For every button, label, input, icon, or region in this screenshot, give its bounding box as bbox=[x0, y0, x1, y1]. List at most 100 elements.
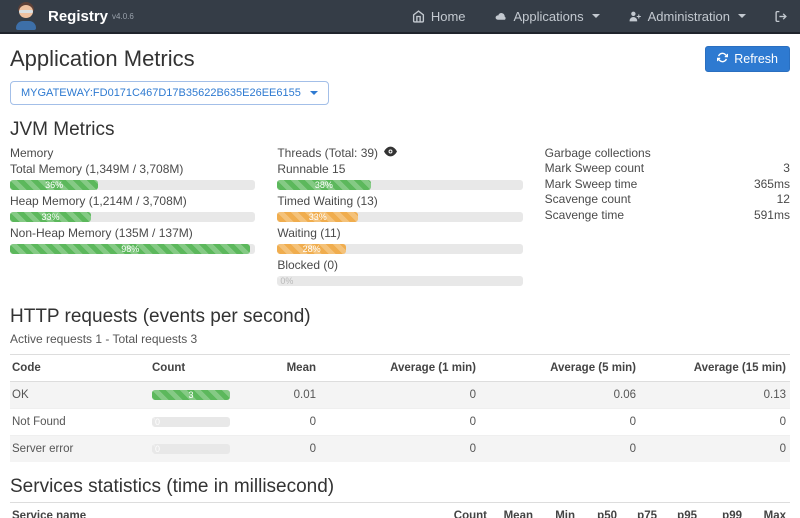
chevron-down-icon bbox=[310, 91, 318, 95]
sign-out-icon bbox=[774, 10, 788, 23]
eye-icon[interactable] bbox=[384, 145, 397, 161]
nonheap-memory-label: Non-Heap Memory (135M / 137M) bbox=[10, 226, 255, 241]
page-title: Application Metrics bbox=[10, 46, 705, 72]
progress-percent-label: 0% bbox=[280, 276, 293, 286]
col-header-p75: p75 bbox=[621, 503, 661, 518]
timed-waiting-progress: 33% bbox=[277, 212, 522, 222]
gc-row: Mark Sweep time 365ms bbox=[545, 177, 790, 193]
http-avg1-cell: 0 bbox=[320, 382, 480, 409]
http-avg5-cell: 0 bbox=[480, 436, 640, 463]
http-code-cell: Server error bbox=[10, 436, 150, 463]
col-header-count: Count bbox=[433, 503, 491, 518]
col-header-count: Count bbox=[150, 355, 270, 382]
chevron-down-icon bbox=[592, 14, 600, 18]
gc-row: Mark Sweep count 3 bbox=[545, 161, 790, 177]
progress-percent-label: 28% bbox=[303, 244, 321, 254]
user-plus-icon bbox=[628, 10, 642, 23]
col-header-avg15: Average (15 min) bbox=[640, 355, 790, 382]
progress-percent-label: 33% bbox=[309, 212, 327, 222]
total-memory-label: Total Memory (1,349M / 3,708M) bbox=[10, 162, 255, 177]
count-progress: 0 bbox=[152, 417, 230, 427]
gc-row-value: 3 bbox=[783, 161, 790, 177]
runnable-label: Runnable 15 bbox=[277, 162, 522, 177]
http-avg5-cell: 0.06 bbox=[480, 382, 640, 409]
memory-title: Memory bbox=[10, 145, 255, 161]
http-mean-cell: 0 bbox=[270, 436, 320, 463]
jvm-metrics-columns: Memory Total Memory (1,349M / 3,708M) 36… bbox=[10, 145, 790, 290]
progress-fill: 0 bbox=[152, 417, 155, 427]
blocked-label: Blocked (0) bbox=[277, 258, 522, 273]
services-statistics-heading: Services statistics (time in millisecond… bbox=[10, 476, 790, 498]
progress-fill: 0 bbox=[152, 444, 155, 454]
gc-row-label: Mark Sweep time bbox=[545, 177, 638, 193]
progress-percent-label: 36% bbox=[45, 180, 63, 190]
gc-row-value: 591ms bbox=[754, 208, 790, 224]
gc-row-label: Scavenge count bbox=[545, 192, 631, 208]
http-requests-table: Code Count Mean Average (1 min) Average … bbox=[10, 354, 790, 462]
count-progress: 0 bbox=[152, 444, 230, 454]
http-avg15-cell: 0 bbox=[640, 409, 790, 436]
table-row: Server error 0 0 0 0 0 bbox=[10, 436, 790, 463]
count-value-label: 3 bbox=[188, 390, 193, 400]
count-progress: 3 bbox=[152, 390, 230, 400]
memory-column: Memory Total Memory (1,349M / 3,708M) 36… bbox=[10, 145, 255, 290]
nav-menu: Home Applications Administration bbox=[412, 9, 788, 24]
gc-row-value: 365ms bbox=[754, 177, 790, 193]
refresh-label: Refresh bbox=[734, 52, 778, 66]
http-avg5-cell: 0 bbox=[480, 409, 640, 436]
progress-fill: 28% bbox=[277, 244, 346, 254]
instance-selector-label: MYGATEWAY:FD0171C467D17B35622B635E26EE61… bbox=[21, 87, 301, 99]
col-header-p99: p99 bbox=[701, 503, 746, 518]
http-avg15-cell: 0 bbox=[640, 436, 790, 463]
progress-fill: 0% bbox=[277, 276, 280, 286]
nav-administration[interactable]: Administration bbox=[628, 9, 746, 24]
count-value-label: 0 bbox=[155, 444, 160, 454]
nav-home-label: Home bbox=[431, 9, 466, 24]
cloud-icon bbox=[494, 10, 508, 23]
nav-home[interactable]: Home bbox=[412, 9, 466, 24]
progress-fill: 36% bbox=[10, 180, 98, 190]
threads-title: Threads (Total: 39) bbox=[277, 145, 378, 161]
heap-memory-label: Heap Memory (1,214M / 3,708M) bbox=[10, 194, 255, 209]
timed-waiting-label: Timed Waiting (13) bbox=[277, 194, 522, 209]
http-mean-cell: 0.01 bbox=[270, 382, 320, 409]
nav-applications[interactable]: Applications bbox=[494, 9, 600, 24]
http-count-cell: 3 bbox=[150, 382, 270, 409]
instance-selector-dropdown[interactable]: MYGATEWAY:FD0171C467D17B35622B635E26EE61… bbox=[10, 81, 329, 105]
http-mean-cell: 0 bbox=[270, 409, 320, 436]
nav-administration-label: Administration bbox=[648, 9, 730, 24]
progress-percent-label: 98% bbox=[121, 244, 139, 254]
http-requests-heading: HTTP requests (events per second) bbox=[10, 306, 790, 328]
jvm-metrics-heading: JVM Metrics bbox=[10, 119, 790, 141]
nav-applications-label: Applications bbox=[514, 9, 584, 24]
sign-out-button[interactable] bbox=[774, 10, 788, 23]
gc-row-label: Scavenge time bbox=[545, 208, 624, 224]
brand-link[interactable]: Registry v4.0.6 bbox=[12, 2, 134, 30]
progress-fill: 3 bbox=[152, 390, 230, 400]
progress-percent-label: 33% bbox=[41, 212, 59, 222]
waiting-progress: 28% bbox=[277, 244, 522, 254]
progress-fill: 38% bbox=[277, 180, 370, 190]
col-header-code: Code bbox=[10, 355, 150, 382]
col-header-max: Max bbox=[746, 503, 790, 518]
http-requests-subtitle: Active requests 1 - Total requests 3 bbox=[10, 332, 790, 346]
brand-name: Registry bbox=[48, 8, 108, 25]
gc-column: Garbage collections Mark Sweep count 3 M… bbox=[545, 145, 790, 290]
gc-row-value: 12 bbox=[777, 192, 790, 208]
table-row: Not Found 0 0 0 0 0 bbox=[10, 409, 790, 436]
runnable-progress: 38% bbox=[277, 180, 522, 190]
col-header-mean: Mean bbox=[270, 355, 320, 382]
progress-fill: 33% bbox=[277, 212, 358, 222]
col-header-min: Min bbox=[537, 503, 579, 518]
chevron-down-icon bbox=[738, 14, 746, 18]
services-statistics-table: Service name Count Mean Min p50 p75 p95 … bbox=[10, 502, 790, 518]
home-icon bbox=[412, 10, 425, 23]
http-avg1-cell: 0 bbox=[320, 409, 480, 436]
col-header-service-name: Service name bbox=[10, 503, 433, 518]
heap-memory-progress: 33% bbox=[10, 212, 255, 222]
refresh-button[interactable]: Refresh bbox=[705, 46, 790, 72]
col-header-p50: p50 bbox=[579, 503, 621, 518]
col-header-p95: p95 bbox=[661, 503, 701, 518]
blocked-progress: 0% bbox=[277, 276, 522, 286]
nonheap-memory-progress: 98% bbox=[10, 244, 255, 254]
